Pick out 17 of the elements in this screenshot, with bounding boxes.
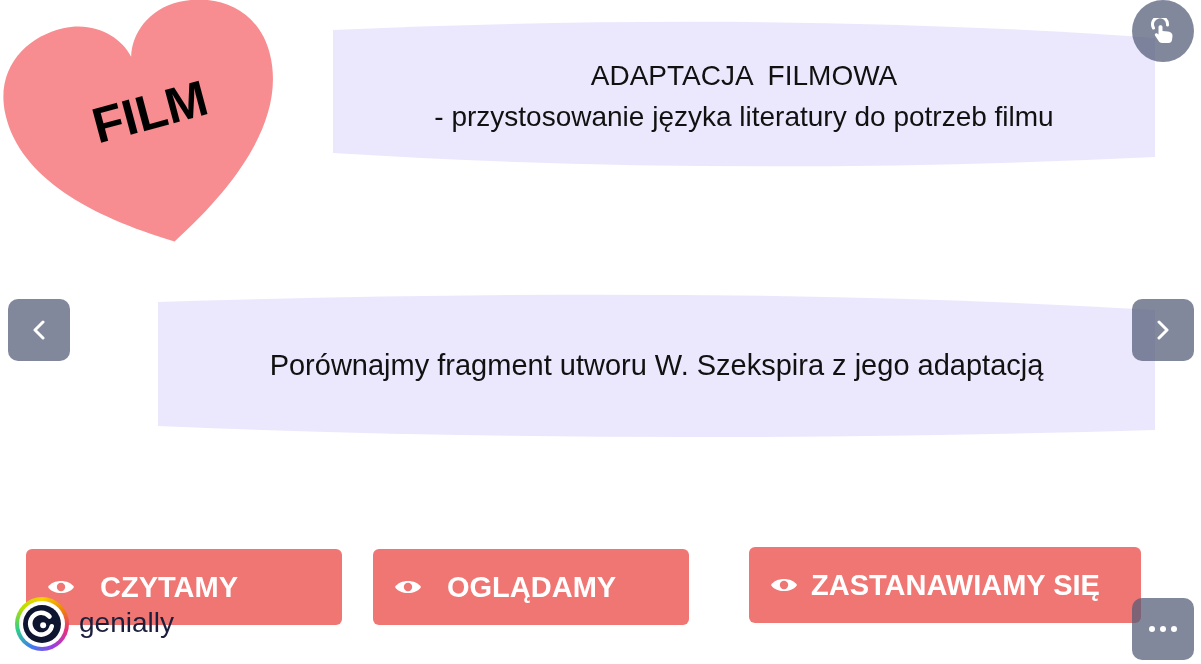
logo-icon [15,597,69,651]
banner-text: Porównajmy fragment utworu W. Szekspira z jego adaptacją [269,348,1044,383]
next-button[interactable] [1132,299,1194,361]
eye-icon [48,579,74,595]
eye-icon [771,577,797,593]
banner-title: ADAPTACJA FILMOWA [590,59,898,93]
heart-label: FILM [85,68,215,157]
section-button[interactable]: OGLĄDAMY [373,549,689,625]
chevron-right-icon [1157,320,1169,340]
previous-button[interactable] [8,299,70,361]
hand-icon [1151,18,1175,44]
eye-icon [395,579,421,595]
chevron-left-icon [33,320,45,340]
section-button[interactable]: ZASTANAWIAMY SIĘ [749,547,1141,623]
more-button[interactable] [1132,598,1194,660]
more-icon [1149,626,1177,632]
banner-subtitle: - przystosowanie języka literatury do potrzeb filmu [434,100,1054,134]
